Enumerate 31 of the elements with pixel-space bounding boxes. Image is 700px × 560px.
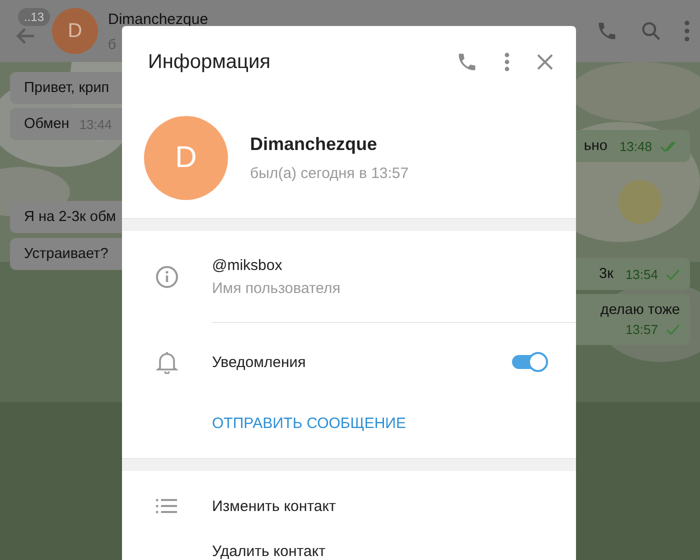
message-text: 3к <box>599 266 614 282</box>
check-icon <box>666 268 680 280</box>
menu-icon[interactable] <box>682 18 692 44</box>
info-icon <box>155 264 179 288</box>
list-icon <box>156 498 178 514</box>
message-text: Я на 2-3к обм <box>24 209 116 225</box>
username-label: Имя пользователя <box>212 280 342 296</box>
bell-icon <box>156 350 178 374</box>
more-icon[interactable] <box>502 50 512 74</box>
last-seen: был(а) сегодня в 13:57 <box>250 165 410 182</box>
message-text: делаю тоже <box>600 302 680 318</box>
chat-avatar[interactable]: D <box>52 8 98 54</box>
username: @miksbox <box>212 256 284 274</box>
message-time: 13:48 <box>619 139 652 154</box>
message-text: ьно <box>584 138 608 154</box>
profile-name: Dimanchezque <box>250 134 378 155</box>
profile-avatar[interactable]: D <box>144 116 228 200</box>
dialog-title: Информация <box>148 50 272 74</box>
notifications-toggle[interactable] <box>512 352 548 372</box>
contact-action[interactable]: Удалить контакт <box>212 542 326 560</box>
message-text: Устраивает? <box>24 246 108 262</box>
check-icon <box>666 324 680 336</box>
message-time: 13:54 <box>625 267 658 282</box>
unread-count-badge: ..13 <box>18 8 50 26</box>
message-time: 13:57 <box>625 322 658 337</box>
contact-name: Dimanchezque <box>108 10 208 28</box>
message-text: Привет, крип <box>24 80 110 96</box>
send-message-link[interactable]: ОТПРАВИТЬ СООБЩЕНИЕ <box>212 401 406 458</box>
notifications-label: Уведомления <box>212 354 307 370</box>
message-text: Обмен <box>24 116 70 132</box>
contact-action[interactable]: Изменить контакт <box>212 498 336 514</box>
